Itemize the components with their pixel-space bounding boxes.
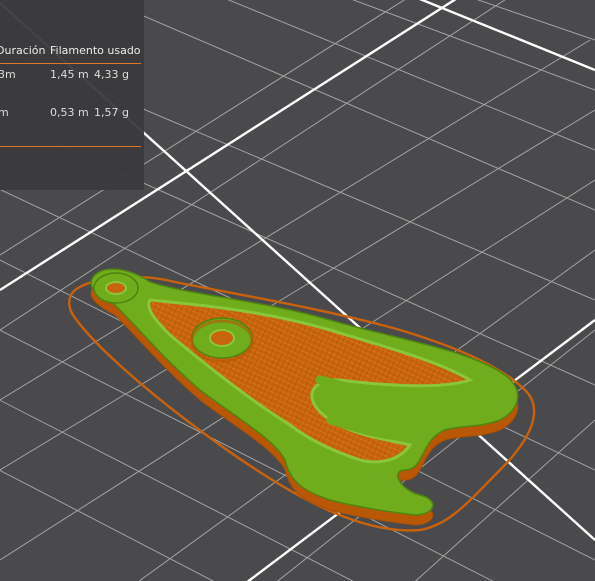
- row-length: 1,45 m: [50, 68, 89, 81]
- rocket-window: [190, 317, 254, 363]
- header-divider: [0, 63, 141, 64]
- row-duration: m: [0, 106, 9, 119]
- table-footer-divider: [0, 146, 141, 147]
- print-stats-panel: Duración Filamento usado 3m 1,45 m 4,33 …: [0, 0, 144, 190]
- row-weight: 1,57 g: [94, 106, 129, 119]
- row-weight: 4,33 g: [94, 68, 129, 81]
- keyring-hole: [93, 272, 139, 304]
- row-length: 0,53 m: [50, 106, 89, 119]
- header-duration: Duración: [0, 44, 46, 57]
- row-duration: 3m: [0, 68, 16, 81]
- header-filament-used: Filamento usado: [50, 44, 141, 57]
